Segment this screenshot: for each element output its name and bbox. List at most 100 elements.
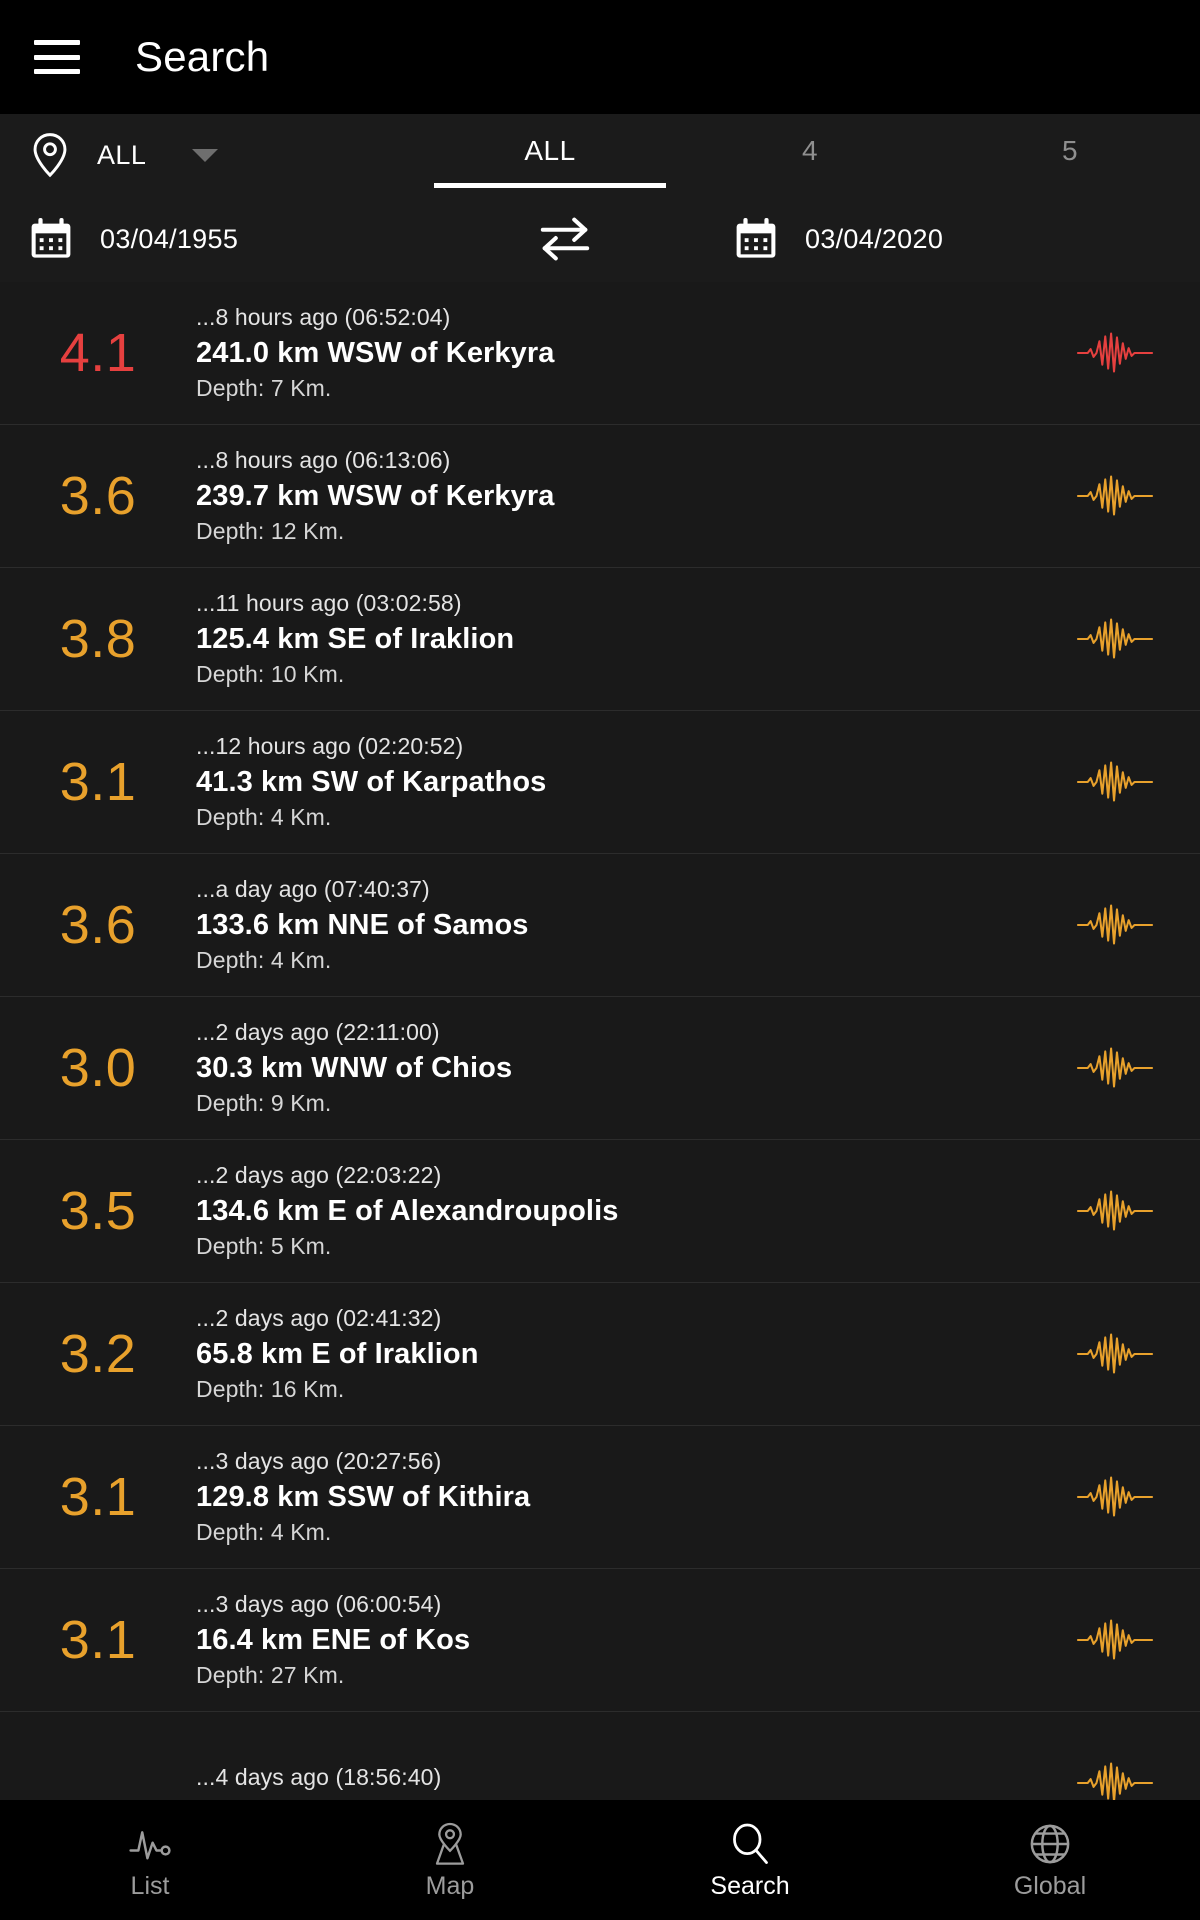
tab-label: ALL [524, 135, 576, 166]
quake-list-item[interactable]: 3.6 ...8 hours ago (06:13:06) 239.7 km W… [0, 425, 1200, 568]
seismograph-waveform-icon [1030, 1618, 1200, 1662]
earthquake-app: Search ALL ALL 4 5 03/04/1955 03/04/2020… [0, 0, 1200, 1920]
nav-item-search[interactable]: Search [600, 1800, 900, 1920]
bottom-navigation: List Map Search Global [0, 1800, 1200, 1920]
tab-label: 4 [801, 135, 819, 166]
nav-item-map[interactable]: Map [300, 1800, 600, 1920]
quake-location: 125.4 km SE of Iraklion [196, 622, 515, 655]
quake-list-item[interactable]: 3.8 ...11 hours ago (03:02:58) 125.4 km … [0, 568, 1200, 711]
quake-depth: Depth: 16 Km. [196, 1376, 345, 1403]
hamburger-menu-icon[interactable] [34, 40, 80, 74]
location-pin-icon [30, 132, 70, 178]
quake-location: 16.4 km ENE of Kos [196, 1623, 471, 1656]
quake-list-item[interactable]: 3.1 ...3 days ago (06:00:54) 16.4 km ENE… [0, 1569, 1200, 1712]
quake-depth: Depth: 4 Km. [196, 1519, 332, 1546]
quake-list-item[interactable]: 3.1 ...3 days ago (20:27:56) 129.8 km SS… [0, 1426, 1200, 1569]
filter-bar: ALL ALL 4 5 03/04/1955 03/04/2020 [0, 114, 1200, 282]
tab-magnitude-all[interactable]: ALL [420, 114, 680, 196]
filter-row-region-magnitude: ALL ALL 4 5 [0, 114, 1200, 196]
magnitude-value: 3.8 [59, 609, 137, 669]
quake-info: ...8 hours ago (06:13:06) 239.7 km WSW o… [196, 447, 1030, 545]
quake-location: 239.7 km WSW of Kerkyra [196, 479, 555, 512]
seismograph-waveform-icon [1030, 1475, 1200, 1519]
quake-depth: Depth: 9 Km. [196, 1090, 332, 1117]
region-value: ALL [97, 139, 147, 170]
nav-item-list[interactable]: List [0, 1800, 300, 1920]
quake-list-item[interactable]: 3.0 ...2 days ago (22:11:00) 30.3 km WNW… [0, 997, 1200, 1140]
magnitude-value: 3.5 [59, 1181, 137, 1241]
nav-label: Map [425, 1872, 475, 1900]
quake-list-item[interactable]: 3.6 ...a day ago (07:40:37) 133.6 km NNE… [0, 854, 1200, 997]
seismograph-waveform-icon [1030, 617, 1200, 661]
seismograph-waveform-icon [1030, 903, 1200, 947]
seismograph-waveform-icon [1030, 760, 1200, 804]
tab-magnitude-5[interactable]: 5 [940, 114, 1200, 196]
magnitude-value: 4.1 [59, 323, 137, 383]
calendar-icon [30, 217, 72, 261]
seismograph-waveform-icon [1030, 1046, 1200, 1090]
quake-info: ...a day ago (07:40:37) 133.6 km NNE of … [196, 876, 1030, 974]
quake-time: ...3 days ago (20:27:56) [196, 1447, 442, 1474]
quake-list-item[interactable]: 4.1 ...8 hours ago (06:52:04) 241.0 km W… [0, 282, 1200, 425]
seismograph-waveform-icon [1030, 331, 1200, 375]
hamburger-bar [34, 40, 80, 45]
quake-info: ...3 days ago (06:00:54) 16.4 km ENE of … [196, 1591, 1030, 1689]
quake-location: 133.6 km NNE of Samos [196, 908, 529, 941]
quake-location: 241.0 km WSW of Kerkyra [196, 336, 555, 369]
quake-time: ...2 days ago (22:11:00) [196, 1018, 440, 1045]
region-select[interactable]: ALL [0, 114, 420, 196]
quake-list-item[interactable]: 3.1 ...12 hours ago (02:20:52) 41.3 km S… [0, 711, 1200, 854]
nav-item-global[interactable]: Global [900, 1800, 1200, 1920]
quake-time: ...2 days ago (22:03:22) [196, 1161, 442, 1188]
quake-location: 30.3 km WNW of Chios [196, 1051, 513, 1084]
quake-info: ...11 hours ago (03:02:58) 125.4 km SE o… [196, 590, 1030, 688]
quake-list-item[interactable]: 3.5 ...2 days ago (22:03:22) 134.6 km E … [0, 1140, 1200, 1283]
hamburger-bar [34, 69, 80, 74]
quake-location: 41.3 km SW of Karpathos [196, 765, 547, 798]
quake-time: ...4 days ago (18:56:40) [196, 1764, 442, 1791]
quake-depth: Depth: 27 Km. [196, 1662, 345, 1689]
date-start-value: 03/04/1955 [100, 223, 239, 254]
quake-location: 134.6 km E of Alexandroupolis [196, 1194, 619, 1227]
quake-depth: Depth: 7 Km. [196, 375, 332, 402]
tab-label: 5 [1061, 135, 1079, 166]
magnitude-value: 3.1 [59, 1467, 137, 1527]
magnitude-value: 3.0 [59, 1038, 137, 1098]
tab-magnitude-4[interactable]: 4 [680, 114, 940, 196]
chevron-down-icon[interactable] [192, 148, 219, 162]
magnitude-tabs: ALL 4 5 [420, 114, 1200, 196]
quake-location: 129.8 km SSW of Kithira [196, 1480, 531, 1513]
date-end-value: 03/04/2020 [805, 223, 944, 254]
quake-info: ...2 days ago (22:03:22) 134.6 km E of A… [196, 1162, 1030, 1260]
calendar-icon [735, 217, 777, 261]
quake-time: ...11 hours ago (03:02:58) [196, 589, 462, 616]
quake-info: ...2 days ago (02:41:32) 65.8 km E of Ir… [196, 1305, 1030, 1403]
earthquake-list[interactable]: 4.1 ...8 hours ago (06:52:04) 241.0 km W… [0, 282, 1200, 1920]
map-pin-icon [429, 1821, 471, 1867]
quake-info: ...2 days ago (22:11:00) 30.3 km WNW of … [196, 1019, 1030, 1117]
swap-arrows-icon[interactable] [534, 208, 596, 270]
seismograph-waveform-icon [1030, 1761, 1200, 1805]
quake-depth: Depth: 12 Km. [196, 518, 345, 545]
quake-info: ...8 hours ago (06:52:04) 241.0 km WSW o… [196, 304, 1030, 402]
quake-time: ...8 hours ago (06:52:04) [196, 303, 451, 330]
globe-icon [1028, 1821, 1072, 1867]
search-icon [728, 1821, 772, 1867]
magnitude-value: 3.1 [59, 752, 137, 812]
quake-time: ...3 days ago (06:00:54) [196, 1590, 442, 1617]
quake-depth: Depth: 10 Km. [196, 661, 345, 688]
quake-list-item[interactable]: 3.2 ...2 days ago (02:41:32) 65.8 km E o… [0, 1283, 1200, 1426]
magnitude-value: 3.6 [59, 466, 137, 526]
date-end-field[interactable]: 03/04/2020 [735, 217, 943, 261]
date-start-field[interactable]: 03/04/1955 [0, 217, 480, 261]
quake-info: ...4 days ago (18:56:40) [196, 1764, 1030, 1801]
nav-label: Global [1013, 1872, 1087, 1900]
quake-info: ...12 hours ago (02:20:52) 41.3 km SW of… [196, 733, 1030, 831]
pulse-line-icon [128, 1821, 172, 1867]
seismograph-waveform-icon [1030, 1189, 1200, 1233]
quake-location: 65.8 km E of Iraklion [196, 1337, 479, 1370]
nav-label: List [130, 1872, 170, 1900]
quake-time: ...a day ago (07:40:37) [196, 875, 430, 902]
quake-time: ...8 hours ago (06:13:06) [196, 446, 451, 473]
quake-depth: Depth: 4 Km. [196, 947, 332, 974]
